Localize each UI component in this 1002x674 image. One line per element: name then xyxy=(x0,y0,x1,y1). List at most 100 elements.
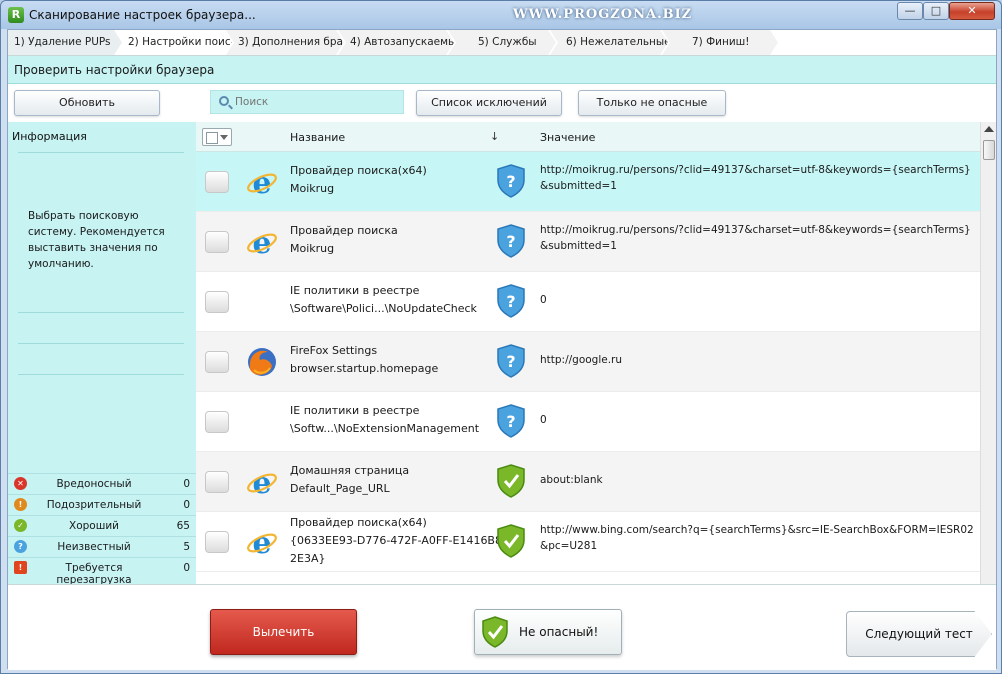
sort-arrow-icon[interactable]: ↓ xyxy=(490,130,499,143)
blue-shield-icon: ? xyxy=(497,164,525,198)
not-dangerous-button[interactable]: Не опасный! xyxy=(474,609,622,655)
row-name: FireFox Settings browser.startup.homepage xyxy=(290,342,490,378)
wizard-steps: 1) Удаление PUPs 2) Настройки поиска 3) … xyxy=(8,30,996,56)
row-name-line: Провайдер поиска xyxy=(290,224,398,237)
cure-button[interactable]: Вылечить xyxy=(210,609,357,655)
row-name-line: Moikrug xyxy=(290,242,335,255)
legend-count: 0 xyxy=(183,478,190,490)
legend-count: 65 xyxy=(176,520,190,532)
page-title-bar: Проверить настройки браузера xyxy=(8,56,996,84)
info-description: Выбрать поисковую систему. Рекомендуется… xyxy=(28,210,165,270)
row-checkbox[interactable] xyxy=(205,531,229,553)
row-name-line: {0633EE93-D776-472F-A0FF-E1416B8B xyxy=(290,534,510,547)
step-autorun[interactable]: 4) Автозапускаемые xyxy=(338,30,454,55)
svg-text:?: ? xyxy=(506,292,515,311)
column-header-value[interactable]: Значение xyxy=(540,131,595,144)
column-header-name[interactable]: Название xyxy=(290,131,345,144)
internet-explorer-icon: e xyxy=(247,226,277,258)
svg-text:e: e xyxy=(252,466,271,498)
minimize-button[interactable]: — xyxy=(897,2,923,20)
select-all-checkbox[interactable] xyxy=(202,128,232,146)
table-row[interactable]: e Провайдер поиска(x64) {0633EE93-D776-472… xyxy=(196,512,980,572)
row-name-line: Домашняя страница xyxy=(290,464,410,477)
suspicious-icon: ! xyxy=(14,498,27,511)
table-row[interactable]: e Провайдер поиска Moikrug? http://moikrug.… xyxy=(196,212,980,272)
unknown-icon: ? xyxy=(14,540,27,553)
divider xyxy=(18,374,184,375)
svg-text:?: ? xyxy=(506,232,515,251)
row-name: Провайдер поиска(x64) Moikrug xyxy=(290,162,490,198)
step-remove-pups[interactable]: 1) Удаление PUPs xyxy=(8,30,122,55)
table-row[interactable]: e Провайдер поиска(x64) Moikrug? http://moi… xyxy=(196,152,980,212)
table-row[interactable]: e Домашняя страница Default_Page_URL about:… xyxy=(196,452,980,512)
row-name-line: IE политики в реестре xyxy=(290,284,420,297)
app-logo-icon: R xyxy=(8,7,24,23)
row-name: Домашняя страница Default_Page_URL xyxy=(290,462,490,498)
scroll-up-icon[interactable] xyxy=(984,126,994,132)
internet-explorer-icon: e xyxy=(247,526,277,558)
table-row[interactable]: IE политики в реестре \Softw...\NoExtensi… xyxy=(196,392,980,452)
row-checkbox[interactable] xyxy=(205,231,229,253)
row-name-line: Провайдер поиска(x64) xyxy=(290,164,427,177)
row-checkbox[interactable] xyxy=(205,171,229,193)
legend-label: Подозрительный xyxy=(46,499,142,511)
row-value: http://google.ru xyxy=(540,354,623,366)
next-test-button[interactable]: Следующий тест xyxy=(846,611,992,657)
row-name: IE политики в реестре \Software\Polici...… xyxy=(290,282,490,318)
table-row[interactable]: IE политики в реестре \Software\Polici...… xyxy=(196,272,980,332)
info-title: Информация xyxy=(12,130,87,143)
legend-label: Неизвестный xyxy=(57,541,131,553)
step-browser-addons[interactable]: 3) Дополнения бра... xyxy=(226,30,344,55)
vertical-scrollbar[interactable] xyxy=(980,122,996,584)
table-row[interactable]: FireFox Settings browser.startup.homepage… xyxy=(196,332,980,392)
step-finish[interactable]: 7) Финиш! xyxy=(662,30,778,55)
row-value: http://www.bing.com/search?q={searchTerm… xyxy=(540,524,974,552)
step-services[interactable]: 5) Службы xyxy=(448,30,556,55)
only-unsafe-button[interactable]: Только не опасные xyxy=(578,90,726,116)
svg-text:e: e xyxy=(252,166,271,198)
search-box[interactable] xyxy=(210,90,404,114)
svg-text:?: ? xyxy=(506,412,515,431)
table-header: Название ↓ Значение xyxy=(196,122,980,152)
search-input[interactable] xyxy=(235,94,395,110)
blue-shield-icon: ? xyxy=(497,404,525,438)
row-checkbox[interactable] xyxy=(205,471,229,493)
internet-explorer-icon: e xyxy=(247,166,277,198)
row-name-line: browser.startup.homepage xyxy=(290,362,439,375)
results-table: Название ↓ Значение e Провайдер поиска(x6… xyxy=(196,122,996,584)
step-search-settings[interactable]: 2) Настройки поиска xyxy=(116,30,232,55)
scroll-thumb[interactable] xyxy=(983,140,995,160)
legend-item-malicious: ✕ Вредоносный 0 xyxy=(8,473,196,494)
maximize-button[interactable]: □ xyxy=(923,2,949,20)
legend-count: 5 xyxy=(183,541,190,553)
row-checkbox[interactable] xyxy=(205,351,229,373)
row-checkbox[interactable] xyxy=(205,411,229,433)
row-name-line: FireFox Settings xyxy=(290,344,378,357)
legend-item-unknown: ? Неизвестный 5 xyxy=(8,536,196,557)
row-name-line: \Software\Polici...\NoUpdateCheck xyxy=(290,302,477,315)
svg-text:?: ? xyxy=(506,172,515,191)
legend-count: 0 xyxy=(183,499,190,511)
green-shield-icon xyxy=(497,524,525,558)
exclusions-button[interactable]: Список исключений xyxy=(416,90,562,116)
legend-count: 0 xyxy=(183,562,190,574)
refresh-button[interactable]: Обновить xyxy=(14,90,160,116)
legend-label: Требуется перезагрузка xyxy=(56,562,132,586)
legend-item-good: ✓ Хороший 65 xyxy=(8,515,196,536)
app-window: R Сканирование настроек браузера... WWW.… xyxy=(0,0,1002,674)
info-sidebar: Информация Выбрать поисковую систему. Ре… xyxy=(8,122,196,586)
client-area: 1) Удаление PUPs 2) Настройки поиска 3) … xyxy=(7,29,997,670)
close-button[interactable]: ✕ xyxy=(949,2,995,20)
step-unwanted[interactable]: 6) Нежелательные xyxy=(550,30,668,55)
row-name-line: IE политики в реестре xyxy=(290,404,420,417)
divider xyxy=(18,152,184,153)
page-title: Проверить настройки браузера xyxy=(14,63,215,77)
reboot-icon: ! xyxy=(14,561,27,574)
divider xyxy=(18,312,184,313)
row-name: Провайдер поиска Moikrug xyxy=(290,222,490,258)
row-checkbox[interactable] xyxy=(205,291,229,313)
title-bar[interactable]: R Сканирование настроек браузера... WWW.… xyxy=(1,1,1001,29)
blue-shield-icon: ? xyxy=(497,344,525,378)
internet-explorer-icon: e xyxy=(247,466,277,498)
row-value: http://moikrug.ru/persons/?clid=49137&ch… xyxy=(540,164,971,192)
